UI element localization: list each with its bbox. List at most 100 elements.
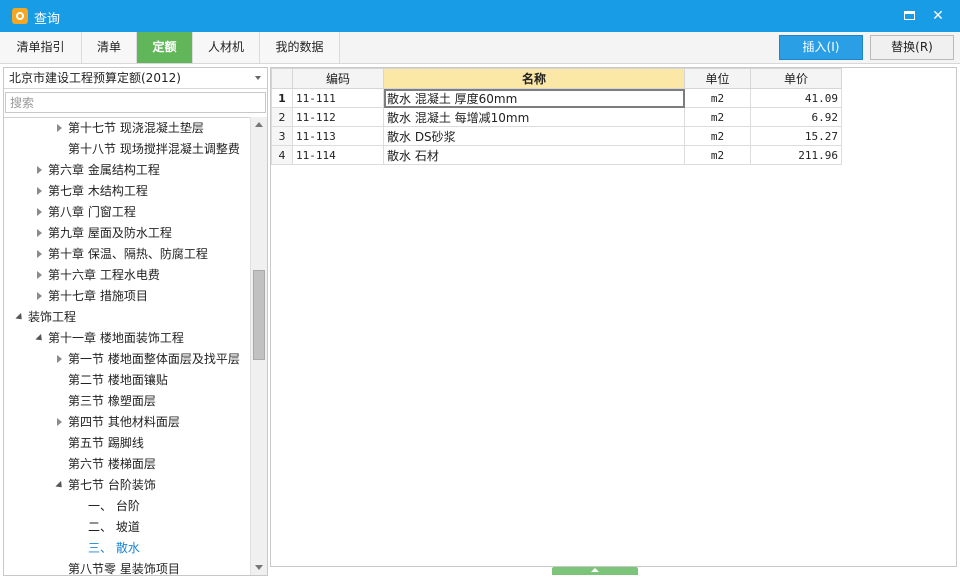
row-index-cell[interactable]: 2 (271, 107, 293, 127)
tree-node-label: 第十章 保温、隔热、防腐工程 (48, 247, 208, 261)
tree-node[interactable]: 第三节 橡塑面层 (4, 391, 250, 412)
left-panel: 北京市建设工程预算定额(2012) 第十七节 现浇混凝土垫层第十八节 现场搅拌混… (3, 67, 268, 576)
tree-node[interactable]: 第十七节 现浇混凝土垫层 (4, 118, 250, 139)
price-cell[interactable]: 15.27 (750, 126, 842, 146)
tree-node-label: 第八章 门窗工程 (48, 205, 136, 219)
scroll-up-icon[interactable] (255, 122, 263, 127)
collapsed-arrow-icon[interactable] (54, 349, 66, 370)
tree-node-label: 第十八节 现场搅拌混凝土调整费 (68, 142, 240, 156)
tree-node[interactable]: 第七章 木结构工程 (4, 181, 250, 202)
insert-button[interactable]: 插入(I) (779, 35, 863, 60)
header-unit[interactable]: 单位 (684, 68, 751, 89)
header-index (271, 68, 293, 89)
table-row[interactable]: 2 11-112 散水 混凝土 每增减10mm m2 6.92 (271, 107, 842, 127)
tab-bar: 清单指引 清单 定额 人材机 我的数据 插入(I) 替换(R) (0, 32, 960, 64)
tree-node[interactable]: 第六章 金属结构工程 (4, 160, 250, 181)
collapsed-arrow-icon[interactable] (54, 118, 66, 139)
collapsed-arrow-icon[interactable] (34, 202, 46, 223)
tree-node[interactable]: 第七节 台阶装饰 (4, 475, 250, 496)
chapter-tree: 第十七节 现浇混凝土垫层第十八节 现场搅拌混凝土调整费第六章 金属结构工程 第七章… (4, 117, 250, 575)
tree-node[interactable]: 第四节 其他材料面层 (4, 412, 250, 433)
code-cell[interactable]: 11-112 (292, 107, 384, 127)
tree-node[interactable]: 第一节 楼地面整体面层及找平层 (4, 349, 250, 370)
tree-node[interactable]: 第十七章 措施项目 (4, 286, 250, 307)
table-row[interactable]: 4 11-114 散水 石材 m2 211.96 (271, 145, 842, 165)
window-title: 查询 (34, 12, 61, 27)
tab-bill-guide[interactable]: 清单指引 (0, 32, 82, 63)
search-input[interactable] (5, 92, 266, 113)
table-row[interactable]: 1 11-111 散水 混凝土 厚度60mm m2 41.09 (271, 88, 842, 108)
tree-node[interactable]: 第二节 楼地面镶贴 (4, 370, 250, 391)
unit-cell[interactable]: m2 (684, 145, 751, 165)
quota-grid-panel: 编码 名称 单位 单价 1 11-111 散水 混凝土 厚度60mm m2 41.09 2… (270, 67, 957, 567)
unit-cell[interactable]: m2 (684, 107, 751, 127)
collapsed-arrow-icon[interactable] (34, 244, 46, 265)
close-icon[interactable]: ✕ (928, 6, 948, 26)
tree-node[interactable]: 第九章 屋面及防水工程 (4, 223, 250, 244)
tree-node[interactable]: 第十章 保温、隔热、防腐工程 (4, 244, 250, 265)
collapsed-arrow-icon[interactable] (34, 223, 46, 244)
tree-node[interactable]: 第六节 楼梯面层 (4, 454, 250, 475)
chevron-down-icon (255, 76, 261, 80)
tab-bill[interactable]: 清单 (82, 32, 137, 63)
unit-cell[interactable]: m2 (684, 88, 751, 108)
panel-toggle-handle[interactable] (552, 567, 638, 575)
code-cell[interactable]: 11-111 (292, 88, 384, 108)
tree-node[interactable]: 第十八节 现场搅拌混凝土调整费 (4, 139, 250, 160)
collapsed-arrow-icon[interactable] (34, 181, 46, 202)
tree-node-label: 三、 散水 (88, 541, 140, 555)
collapsed-arrow-icon[interactable] (34, 265, 46, 286)
expanded-arrow-icon[interactable] (54, 475, 66, 496)
collapsed-arrow-icon[interactable] (54, 412, 66, 433)
tree-node[interactable]: 第五节 踢脚线 (4, 433, 250, 454)
price-cell[interactable]: 6.92 (750, 107, 842, 127)
row-index-cell[interactable]: 3 (271, 126, 293, 146)
tab-labor-material[interactable]: 人材机 (193, 32, 260, 63)
expanded-arrow-icon[interactable] (34, 328, 46, 349)
tree-node[interactable]: 二、 坡道 (4, 517, 250, 538)
tree-node-label: 第二节 楼地面镶贴 (68, 373, 168, 387)
tab-quota[interactable]: 定额 (137, 32, 193, 63)
table-row[interactable]: 3 11-113 散水 DS砂浆 m2 15.27 (271, 126, 842, 146)
name-cell[interactable]: 散水 DS砂浆 (383, 126, 685, 146)
row-index-cell[interactable]: 4 (271, 145, 293, 165)
price-cell[interactable]: 41.09 (750, 88, 842, 108)
tree-node[interactable]: 第八节零 星装饰项目 (4, 559, 250, 575)
table-header-row: 编码 名称 单位 单价 (271, 68, 842, 89)
library-select-value: 北京市建设工程预算定额(2012) (9, 71, 181, 85)
tree-node[interactable]: 第十一章 楼地面装饰工程 (4, 328, 250, 349)
tree-node-label: 第七节 台阶装饰 (68, 478, 156, 492)
name-cell[interactable]: 散水 混凝土 厚度60mm (383, 88, 685, 108)
collapsed-arrow-icon[interactable] (34, 160, 46, 181)
tree-node[interactable]: 第八章 门窗工程 (4, 202, 250, 223)
name-cell[interactable]: 散水 石材 (383, 145, 685, 165)
tree-node-label: 第八节零 星装饰项目 (68, 562, 180, 575)
header-name[interactable]: 名称 (383, 68, 685, 89)
tree-node[interactable]: 一、 台阶 (4, 496, 250, 517)
code-cell[interactable]: 11-113 (292, 126, 384, 146)
tree-node[interactable]: 三、 散水 (4, 538, 250, 559)
tree-node-label: 装饰工程 (28, 310, 77, 324)
row-index-cell[interactable]: 1 (271, 88, 293, 108)
code-cell[interactable]: 11-114 (292, 145, 384, 165)
library-select[interactable]: 北京市建设工程预算定额(2012) (4, 68, 267, 89)
collapsed-arrow-icon[interactable] (34, 286, 46, 307)
scrollbar-thumb[interactable] (253, 270, 265, 360)
scroll-down-icon[interactable] (255, 565, 263, 570)
tree-node[interactable]: 装饰工程 (4, 307, 250, 328)
tree-node-label: 第十七章 措施项目 (48, 289, 148, 303)
tree-node[interactable]: 第十六章 工程水电费 (4, 265, 250, 286)
name-cell[interactable]: 散水 混凝土 每增减10mm (383, 107, 685, 127)
unit-cell[interactable]: m2 (684, 126, 751, 146)
header-price[interactable]: 单价 (750, 68, 842, 89)
header-code[interactable]: 编码 (292, 68, 384, 89)
maximize-icon[interactable] (900, 6, 920, 26)
tree-scrollbar[interactable] (250, 117, 267, 575)
replace-button[interactable]: 替换(R) (870, 35, 954, 60)
tab-my-data[interactable]: 我的数据 (260, 32, 340, 63)
expanded-arrow-icon[interactable] (14, 307, 26, 328)
tree-node-label: 第十六章 工程水电费 (48, 268, 160, 282)
tree-node-label: 一、 台阶 (88, 499, 140, 513)
tree-node-label: 第九章 屋面及防水工程 (48, 226, 172, 240)
price-cell[interactable]: 211.96 (750, 145, 842, 165)
